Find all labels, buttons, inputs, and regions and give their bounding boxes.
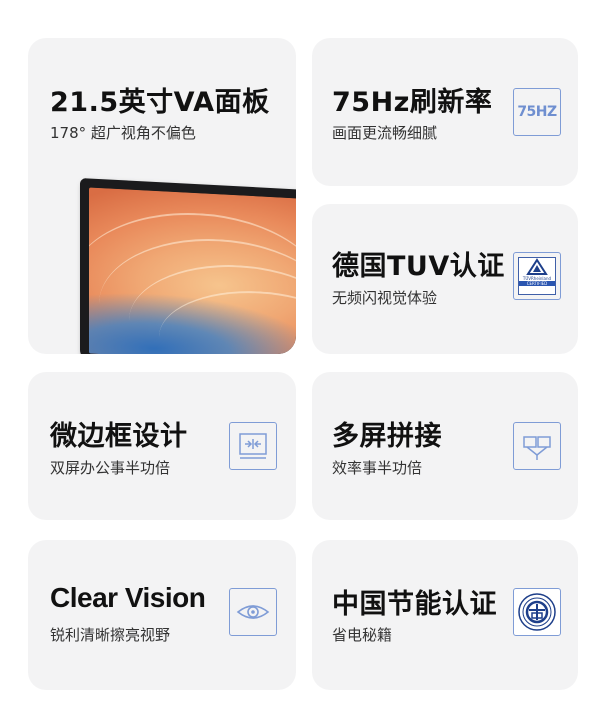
monitor-screen [89,187,296,354]
feature-card-tuv: 德国TUV认证 无频闪视觉体验 TÜVRheinland CERTIFIED [312,204,578,354]
feature-subtitle: 178° 超广视角不偏色 [50,124,196,142]
feature-card-bezel: 微边框设计 双屏办公事半功倍 [28,372,296,520]
feature-subtitle: 省电秘籍 [332,626,393,644]
multi-screen-icon [513,422,561,470]
feature-title: 75Hz刷新率 [332,87,493,118]
feature-title: 21.5英寸VA面板 [50,87,270,118]
feature-card-panel: 21.5英寸VA面板 178° 超广视角不偏色 [28,38,296,354]
refresh-rate-icon: 75HZ [513,88,561,136]
feature-card-clear-vision: Clear Vision 锐利清晰擦亮视野 [28,540,296,690]
energy-saving-seal-icon [513,588,561,636]
feature-card-energy: 中国节能认证 省电秘籍 [312,540,578,690]
feature-subtitle: 效率事半功倍 [332,459,423,477]
tuv-certified-icon: TÜVRheinland CERTIFIED [513,252,561,300]
eye-icon [229,588,277,636]
feature-card-refresh: 75Hz刷新率 画面更流畅细腻 75HZ [312,38,578,186]
feature-subtitle: 双屏办公事半功倍 [50,459,171,477]
feature-title: 微边框设计 [50,421,188,452]
monitor-image [80,178,296,354]
feature-subtitle: 无频闪视觉体验 [332,289,438,307]
feature-card-multiscreen: 多屏拼接 效率事半功倍 [312,372,578,520]
feature-title: 中国节能认证 [332,589,497,620]
tuv-triangle-icon [526,258,548,275]
feature-title: Clear Vision [50,582,206,613]
feature-title: 多屏拼接 [332,421,442,452]
narrow-bezel-icon [229,422,277,470]
feature-subtitle: 画面更流畅细腻 [332,124,438,142]
feature-title: 德国TUV认证 [332,251,505,282]
feature-subtitle: 锐利清晰擦亮视野 [50,626,171,644]
